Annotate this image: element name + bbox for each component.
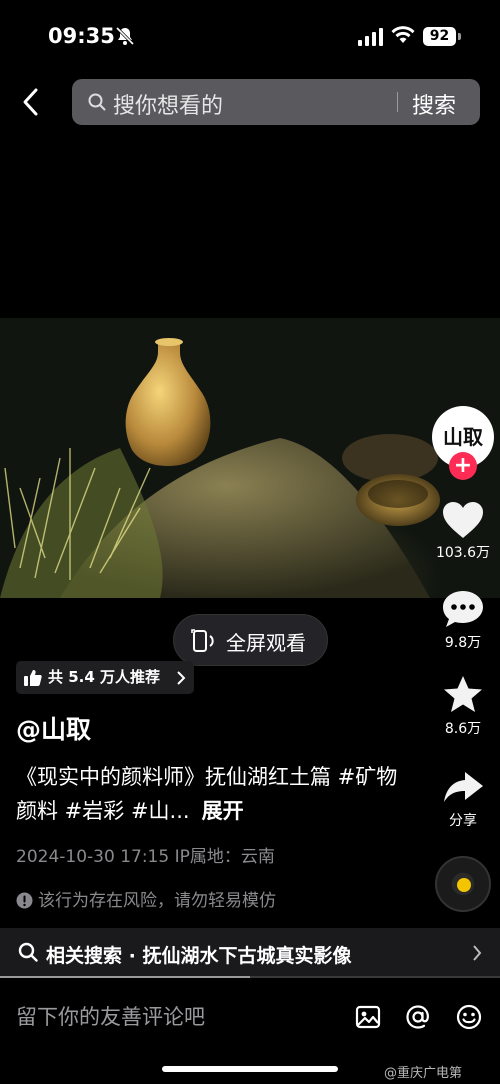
favorite-count: 8.6万 [444,721,482,737]
video-progress-fill [0,976,250,978]
recommend-badge[interactable]: 共 5.4 万人推荐 [16,661,195,694]
signal-icon [358,28,383,46]
home-indicator [162,1066,338,1072]
back-button[interactable] [14,82,48,122]
music-dot [457,878,471,892]
share-button[interactable]: 分享 [430,768,496,830]
chevron-right-icon [473,945,482,961]
risk-warning: 该行为存在风险，请勿轻易模仿 [16,886,276,911]
video-caption: 《现实中的颜料师》抚仙湖红土篇 #矿物颜料 #岩彩 #山... 展开 [16,760,416,828]
battery-level: 92 [423,27,456,46]
search-icon [88,93,106,111]
fullscreen-icon [191,629,214,652]
follow-button[interactable]: + [449,452,477,480]
search-button[interactable]: 搜索 [412,88,456,120]
music-disc[interactable] [435,856,491,912]
fullscreen-label: 全屏观看 [226,631,306,655]
expand-button[interactable]: 展开 [202,799,244,823]
like-button[interactable]: 103.6万 [430,500,496,562]
warning-text: 该行为存在风险，请勿轻易模仿 [38,891,276,911]
author-name[interactable]: @山取 [16,710,91,746]
related-search-bar[interactable]: 相关搜索 · 抚仙湖水下古城真实影像 [0,928,500,978]
star-icon [444,676,482,712]
chevron-right-icon [177,671,186,685]
bell-muted-icon [115,26,135,46]
comment-bubble-icon [443,591,483,627]
wifi-icon [391,26,415,43]
thumbs-up-icon [24,670,42,686]
fullscreen-button[interactable]: 全屏观看 [173,614,328,666]
video-player[interactable] [0,318,500,598]
watermark: @重庆广电第 [384,1066,463,1081]
favorite-button[interactable]: 8.6万 [430,674,496,738]
video-scene [0,338,440,598]
status-bar: 09:35 92 [0,0,500,70]
post-meta: 2024-10-30 17:15 IP属地：云南 [16,847,275,867]
battery-tip [458,33,461,40]
share-arrow-icon [444,772,483,802]
image-icon[interactable] [354,1003,382,1031]
warning-icon [16,892,33,909]
related-search-label: 相关搜索 · 抚仙湖水下古城真实影像 [46,945,352,967]
mention-icon[interactable] [404,1003,432,1031]
search-box[interactable]: 搜你想看的 搜索 [72,79,480,125]
heart-icon [443,502,483,538]
comment-input[interactable]: 留下你的友善评论吧 [16,1001,205,1031]
status-time: 09:35 [48,24,115,48]
comment-button[interactable]: 9.8万 [430,588,496,652]
recommend-text: 共 5.4 万人推荐 [48,668,161,686]
comment-count: 9.8万 [444,635,482,651]
share-label: 分享 [449,813,477,829]
like-count: 103.6万 [435,545,491,561]
search-icon [18,942,38,962]
search-input[interactable]: 搜你想看的 [113,88,223,120]
emoji-icon[interactable] [455,1003,483,1031]
search-divider [397,92,398,112]
video-progress-bar[interactable] [0,976,500,978]
